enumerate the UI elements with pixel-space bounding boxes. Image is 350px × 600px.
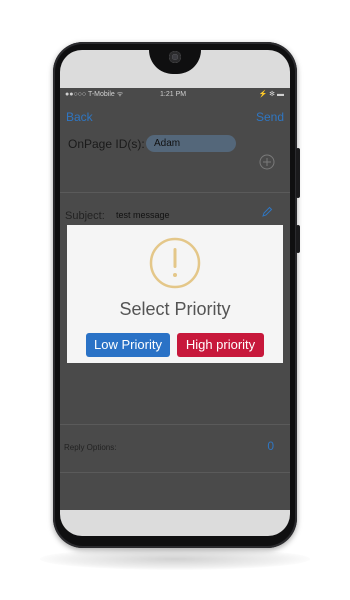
divider	[60, 424, 290, 425]
dialog-title: Select Priority	[119, 299, 231, 319]
phone-shadow	[40, 548, 310, 570]
volume-button	[296, 148, 300, 198]
divider	[60, 192, 290, 193]
status-icons: ⚡ ✻ ▬	[258, 91, 284, 98]
power-button	[296, 225, 300, 253]
exclamation-circle-icon	[149, 237, 201, 289]
divider	[60, 472, 290, 473]
edit-pencil-icon[interactable]	[261, 206, 273, 218]
status-bar: ●●○○○ T-Mobile ᯤ 1:21 PM ⚡ ✻ ▬	[60, 88, 290, 102]
carrier-label: ●●○○○ T-Mobile ᯤ	[65, 91, 124, 98]
add-recipient-icon[interactable]	[259, 154, 275, 170]
clock: 1:21 PM	[160, 91, 187, 98]
subject-label: Subject:	[65, 210, 105, 222]
reply-options-count[interactable]: 0	[267, 439, 274, 453]
low-priority-button[interactable]: Low Priority	[86, 333, 170, 357]
priority-dialog: Select Priority Low Priority High priori…	[67, 225, 283, 363]
recipient-name: Adam	[154, 138, 181, 149]
high-priority-button[interactable]: High priority	[177, 333, 264, 357]
subject-input[interactable]: test message	[116, 210, 170, 220]
camera-icon	[169, 51, 181, 63]
recipient-chip[interactable]: Adam	[146, 135, 236, 152]
send-button[interactable]: Send	[256, 110, 284, 124]
reply-options-label: Reply Options:	[64, 443, 117, 452]
back-button[interactable]: Back	[66, 110, 93, 124]
onpage-id-label: OnPage ID(s):	[68, 137, 145, 151]
